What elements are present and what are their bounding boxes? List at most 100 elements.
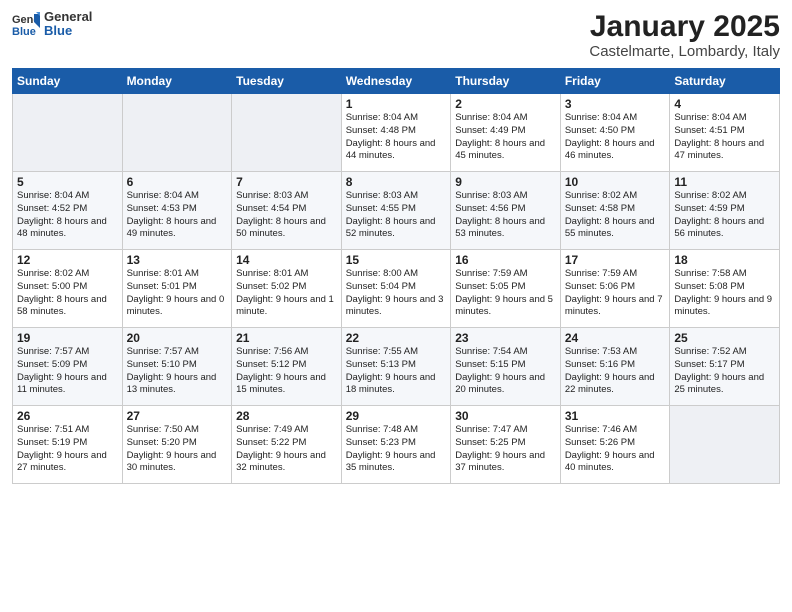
- logo: General Blue General Blue: [12, 10, 92, 39]
- calendar-cell: 25Sunrise: 7:52 AMSunset: 5:17 PMDayligh…: [670, 328, 780, 406]
- calendar-cell: 4Sunrise: 8:04 AMSunset: 4:51 PMDaylight…: [670, 94, 780, 172]
- day-number: 3: [565, 97, 666, 111]
- title-block: January 2025 Castelmarte, Lombardy, Ital…: [589, 10, 780, 60]
- day-info: Sunrise: 8:04 AMSunset: 4:50 PMDaylight:…: [565, 112, 666, 163]
- day-info: Sunrise: 7:58 AMSunset: 5:08 PMDaylight:…: [674, 268, 775, 319]
- calendar-cell: 26Sunrise: 7:51 AMSunset: 5:19 PMDayligh…: [13, 406, 123, 484]
- weekday-header-sunday: Sunday: [13, 69, 123, 94]
- calendar-cell: 30Sunrise: 7:47 AMSunset: 5:25 PMDayligh…: [451, 406, 561, 484]
- calendar-cell: [122, 94, 232, 172]
- weekday-header-saturday: Saturday: [670, 69, 780, 94]
- calendar-body: 1Sunrise: 8:04 AMSunset: 4:48 PMDaylight…: [13, 94, 780, 484]
- calendar-cell: 16Sunrise: 7:59 AMSunset: 5:05 PMDayligh…: [451, 250, 561, 328]
- day-info: Sunrise: 8:04 AMSunset: 4:52 PMDaylight:…: [17, 190, 118, 241]
- calendar-cell: [13, 94, 123, 172]
- day-number: 8: [346, 175, 447, 189]
- calendar-cell: 22Sunrise: 7:55 AMSunset: 5:13 PMDayligh…: [341, 328, 451, 406]
- calendar-week-5: 26Sunrise: 7:51 AMSunset: 5:19 PMDayligh…: [13, 406, 780, 484]
- calendar-cell: 29Sunrise: 7:48 AMSunset: 5:23 PMDayligh…: [341, 406, 451, 484]
- calendar-cell: [670, 406, 780, 484]
- calendar-cell: 1Sunrise: 8:04 AMSunset: 4:48 PMDaylight…: [341, 94, 451, 172]
- day-number: 26: [17, 409, 118, 423]
- calendar-cell: 31Sunrise: 7:46 AMSunset: 5:26 PMDayligh…: [560, 406, 670, 484]
- day-info: Sunrise: 7:55 AMSunset: 5:13 PMDaylight:…: [346, 346, 447, 397]
- day-number: 16: [455, 253, 556, 267]
- day-number: 11: [674, 175, 775, 189]
- calendar-week-1: 1Sunrise: 8:04 AMSunset: 4:48 PMDaylight…: [13, 94, 780, 172]
- day-info: Sunrise: 8:01 AMSunset: 5:01 PMDaylight:…: [127, 268, 228, 319]
- logo-blue-text: Blue: [44, 24, 92, 38]
- day-number: 10: [565, 175, 666, 189]
- calendar-table: SundayMondayTuesdayWednesdayThursdayFrid…: [12, 68, 780, 484]
- calendar-cell: 9Sunrise: 8:03 AMSunset: 4:56 PMDaylight…: [451, 172, 561, 250]
- day-info: Sunrise: 7:54 AMSunset: 5:15 PMDaylight:…: [455, 346, 556, 397]
- day-number: 21: [236, 331, 337, 345]
- day-info: Sunrise: 8:04 AMSunset: 4:48 PMDaylight:…: [346, 112, 447, 163]
- day-number: 13: [127, 253, 228, 267]
- calendar-cell: 28Sunrise: 7:49 AMSunset: 5:22 PMDayligh…: [232, 406, 342, 484]
- day-info: Sunrise: 7:48 AMSunset: 5:23 PMDaylight:…: [346, 424, 447, 475]
- day-number: 15: [346, 253, 447, 267]
- calendar-cell: 12Sunrise: 8:02 AMSunset: 5:00 PMDayligh…: [13, 250, 123, 328]
- calendar-cell: 10Sunrise: 8:02 AMSunset: 4:58 PMDayligh…: [560, 172, 670, 250]
- day-info: Sunrise: 8:03 AMSunset: 4:56 PMDaylight:…: [455, 190, 556, 241]
- day-number: 14: [236, 253, 337, 267]
- calendar-week-2: 5Sunrise: 8:04 AMSunset: 4:52 PMDaylight…: [13, 172, 780, 250]
- day-number: 2: [455, 97, 556, 111]
- day-number: 5: [17, 175, 118, 189]
- calendar-cell: 20Sunrise: 7:57 AMSunset: 5:10 PMDayligh…: [122, 328, 232, 406]
- day-info: Sunrise: 8:03 AMSunset: 4:54 PMDaylight:…: [236, 190, 337, 241]
- day-info: Sunrise: 8:02 AMSunset: 4:59 PMDaylight:…: [674, 190, 775, 241]
- calendar-cell: 24Sunrise: 7:53 AMSunset: 5:16 PMDayligh…: [560, 328, 670, 406]
- location: Castelmarte, Lombardy, Italy: [589, 43, 780, 60]
- day-info: Sunrise: 7:53 AMSunset: 5:16 PMDaylight:…: [565, 346, 666, 397]
- day-number: 31: [565, 409, 666, 423]
- day-info: Sunrise: 8:03 AMSunset: 4:55 PMDaylight:…: [346, 190, 447, 241]
- calendar-cell: 6Sunrise: 8:04 AMSunset: 4:53 PMDaylight…: [122, 172, 232, 250]
- day-info: Sunrise: 8:04 AMSunset: 4:51 PMDaylight:…: [674, 112, 775, 163]
- day-number: 29: [346, 409, 447, 423]
- month-title: January 2025: [589, 10, 780, 43]
- day-number: 18: [674, 253, 775, 267]
- calendar-cell: 17Sunrise: 7:59 AMSunset: 5:06 PMDayligh…: [560, 250, 670, 328]
- calendar-cell: 2Sunrise: 8:04 AMSunset: 4:49 PMDaylight…: [451, 94, 561, 172]
- weekday-header-wednesday: Wednesday: [341, 69, 451, 94]
- calendar-cell: 18Sunrise: 7:58 AMSunset: 5:08 PMDayligh…: [670, 250, 780, 328]
- header-row: General Blue General Blue January 2025 C…: [12, 10, 780, 60]
- day-number: 24: [565, 331, 666, 345]
- weekday-header-monday: Monday: [122, 69, 232, 94]
- calendar-cell: [232, 94, 342, 172]
- day-number: 20: [127, 331, 228, 345]
- day-info: Sunrise: 8:00 AMSunset: 5:04 PMDaylight:…: [346, 268, 447, 319]
- logo-icon: General Blue: [12, 10, 40, 38]
- day-info: Sunrise: 8:02 AMSunset: 5:00 PMDaylight:…: [17, 268, 118, 319]
- calendar-cell: 27Sunrise: 7:50 AMSunset: 5:20 PMDayligh…: [122, 406, 232, 484]
- weekday-header-thursday: Thursday: [451, 69, 561, 94]
- calendar-cell: 19Sunrise: 7:57 AMSunset: 5:09 PMDayligh…: [13, 328, 123, 406]
- day-number: 23: [455, 331, 556, 345]
- day-info: Sunrise: 7:46 AMSunset: 5:26 PMDaylight:…: [565, 424, 666, 475]
- weekday-header-friday: Friday: [560, 69, 670, 94]
- day-number: 6: [127, 175, 228, 189]
- day-info: Sunrise: 8:01 AMSunset: 5:02 PMDaylight:…: [236, 268, 337, 319]
- day-number: 9: [455, 175, 556, 189]
- day-info: Sunrise: 7:57 AMSunset: 5:09 PMDaylight:…: [17, 346, 118, 397]
- svg-text:Blue: Blue: [12, 26, 36, 38]
- calendar-cell: 23Sunrise: 7:54 AMSunset: 5:15 PMDayligh…: [451, 328, 561, 406]
- day-info: Sunrise: 8:04 AMSunset: 4:53 PMDaylight:…: [127, 190, 228, 241]
- calendar-cell: 11Sunrise: 8:02 AMSunset: 4:59 PMDayligh…: [670, 172, 780, 250]
- calendar-cell: 7Sunrise: 8:03 AMSunset: 4:54 PMDaylight…: [232, 172, 342, 250]
- calendar-cell: 14Sunrise: 8:01 AMSunset: 5:02 PMDayligh…: [232, 250, 342, 328]
- day-number: 12: [17, 253, 118, 267]
- calendar-week-3: 12Sunrise: 8:02 AMSunset: 5:00 PMDayligh…: [13, 250, 780, 328]
- weekday-header-tuesday: Tuesday: [232, 69, 342, 94]
- day-number: 1: [346, 97, 447, 111]
- day-info: Sunrise: 7:47 AMSunset: 5:25 PMDaylight:…: [455, 424, 556, 475]
- day-number: 30: [455, 409, 556, 423]
- weekday-header-row: SundayMondayTuesdayWednesdayThursdayFrid…: [13, 69, 780, 94]
- calendar-cell: 21Sunrise: 7:56 AMSunset: 5:12 PMDayligh…: [232, 328, 342, 406]
- day-number: 7: [236, 175, 337, 189]
- day-info: Sunrise: 7:59 AMSunset: 5:06 PMDaylight:…: [565, 268, 666, 319]
- day-info: Sunrise: 7:56 AMSunset: 5:12 PMDaylight:…: [236, 346, 337, 397]
- day-info: Sunrise: 7:51 AMSunset: 5:19 PMDaylight:…: [17, 424, 118, 475]
